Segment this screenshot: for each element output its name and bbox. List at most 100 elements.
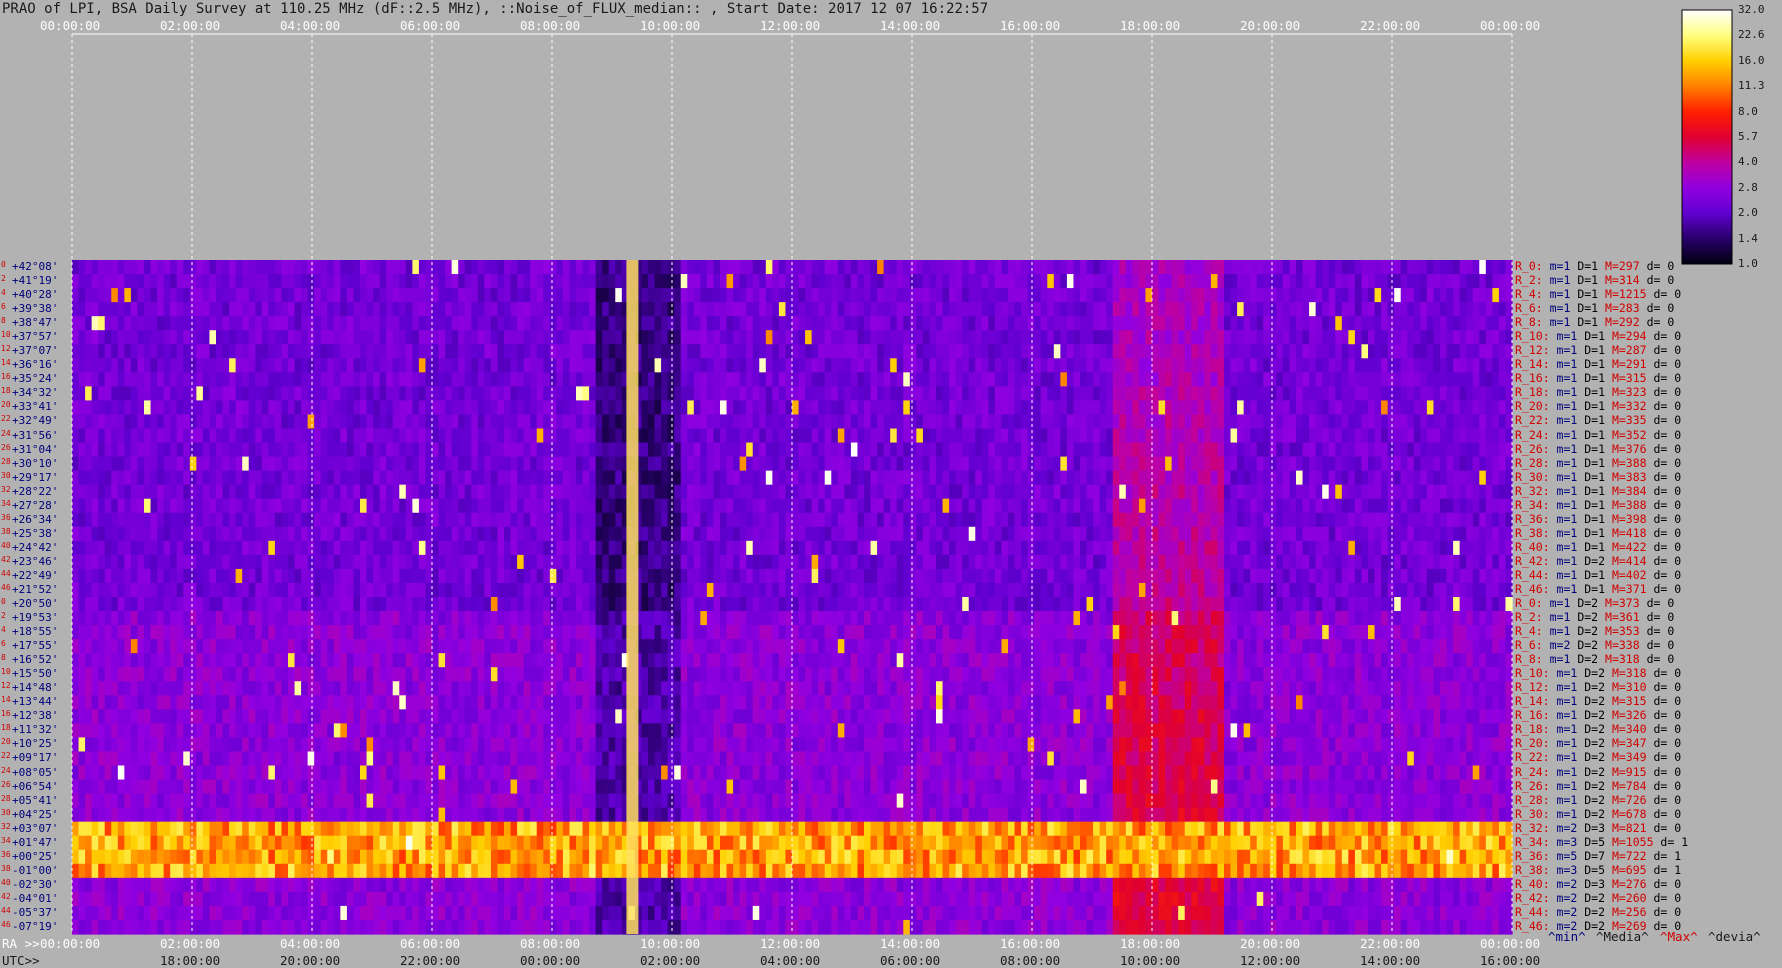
heatmap-cell [248,414,256,430]
heatmap-cell [255,442,263,458]
heatmap-cell [844,386,852,402]
heatmap-cell [104,344,112,359]
heatmap-cell [1210,442,1219,458]
heatmap-cell [936,372,944,387]
heatmap-cell [1368,288,1376,303]
heatmap-cell [680,260,688,275]
heatmap-cell [471,456,479,472]
heatmap-cell [255,484,263,500]
heatmap-cell [798,358,806,373]
heatmap-cell [392,372,400,387]
heatmap-cell [1315,540,1323,556]
heatmap-cell [399,260,407,275]
heatmap-cell [549,358,557,373]
heatmap-cell [117,274,125,289]
heatmap-cell [327,316,335,331]
heatmap-cell [674,316,682,331]
heatmap-cell [1217,372,1225,387]
heatmap-cell [870,456,878,472]
heatmap-cell [864,400,872,416]
heatmap-cell [1034,470,1042,486]
heatmap-cell [576,302,584,317]
heatmap-cell [432,358,440,373]
heatmap-cell [962,498,970,514]
heatmap-cell [962,484,970,500]
heatmap-cell [1269,540,1277,556]
heatmap-cell [674,442,682,458]
heatmap-cell [936,386,944,402]
heatmap-cell [837,414,845,430]
heatmap-cell [837,386,845,402]
heatmap-cell [549,344,557,359]
heatmap-cell [1348,456,1356,472]
heatmap-cell [373,400,381,416]
heatmap-cell [1230,260,1238,275]
heatmap-cell [91,302,99,317]
heatmap-cell [438,428,446,444]
heatmap-cell [929,414,937,430]
heatmap-cell [1492,442,1500,458]
heatmap-cell [183,386,191,402]
heatmap-cell [451,414,459,430]
heatmap-cell [1204,302,1212,317]
heatmap-cell [857,288,865,303]
heatmap-cell [432,470,440,486]
heatmap-cell [1315,372,1323,387]
heatmap-cell [824,274,832,289]
heatmap-cell [1433,358,1441,373]
heatmap-cell [864,386,872,402]
heatmap-cell [1381,386,1389,402]
heatmap-cell [1492,414,1500,430]
heatmap-cell [648,344,656,359]
heatmap-cell [72,316,80,331]
heatmap-cell [1210,358,1219,373]
heatmap-cell [595,274,603,289]
heatmap-cell [1263,484,1271,500]
heatmap-cell [595,316,603,331]
heatmap-cell [157,442,165,458]
heatmap-cell [130,330,139,345]
heatmap-cell [562,330,571,345]
heatmap-cell [353,568,361,584]
heatmap-cell [916,372,924,387]
heatmap-cell [949,316,957,331]
heatmap-cell [661,386,669,402]
heatmap-cell [667,470,675,486]
heatmap-cell [1066,344,1075,359]
heatmap-cell [641,442,649,458]
heatmap-cell [988,568,996,584]
heatmap-cell [733,540,741,556]
heatmap-cell [1492,554,1500,570]
heatmap-cell [792,442,800,458]
heatmap-cell [366,316,374,331]
heatmap-cell [432,274,440,289]
heatmap-cell [837,372,845,387]
heatmap-cell [1387,330,1395,345]
heatmap-cell [360,400,368,416]
heatmap-cell [890,512,898,528]
heatmap-cell [909,442,917,458]
heatmap-cell [1328,428,1336,444]
heatmap-cell [1053,554,1061,570]
heatmap-cell [1224,330,1232,345]
heatmap-cell [706,386,715,402]
heatmap-cell [792,484,800,500]
heatmap-cell [654,512,662,528]
heatmap-cell [268,316,276,331]
heatmap-cell [405,470,413,486]
heatmap-cell [569,512,577,528]
heatmap-cell [490,540,499,556]
heatmap-cell [772,484,780,500]
heatmap-cell [648,512,656,528]
heatmap-cell [1407,400,1415,416]
heatmap-cell [1093,386,1101,402]
heatmap-cell [333,274,341,289]
heatmap-cell [805,330,813,345]
heatmap-cell [1407,274,1415,289]
heatmap-cell [798,288,806,303]
heatmap-cell [117,498,125,514]
heatmap-cell [386,400,394,416]
heatmap-cell [130,400,139,416]
heatmap-cell [608,554,616,570]
heatmap-cell [451,540,459,556]
